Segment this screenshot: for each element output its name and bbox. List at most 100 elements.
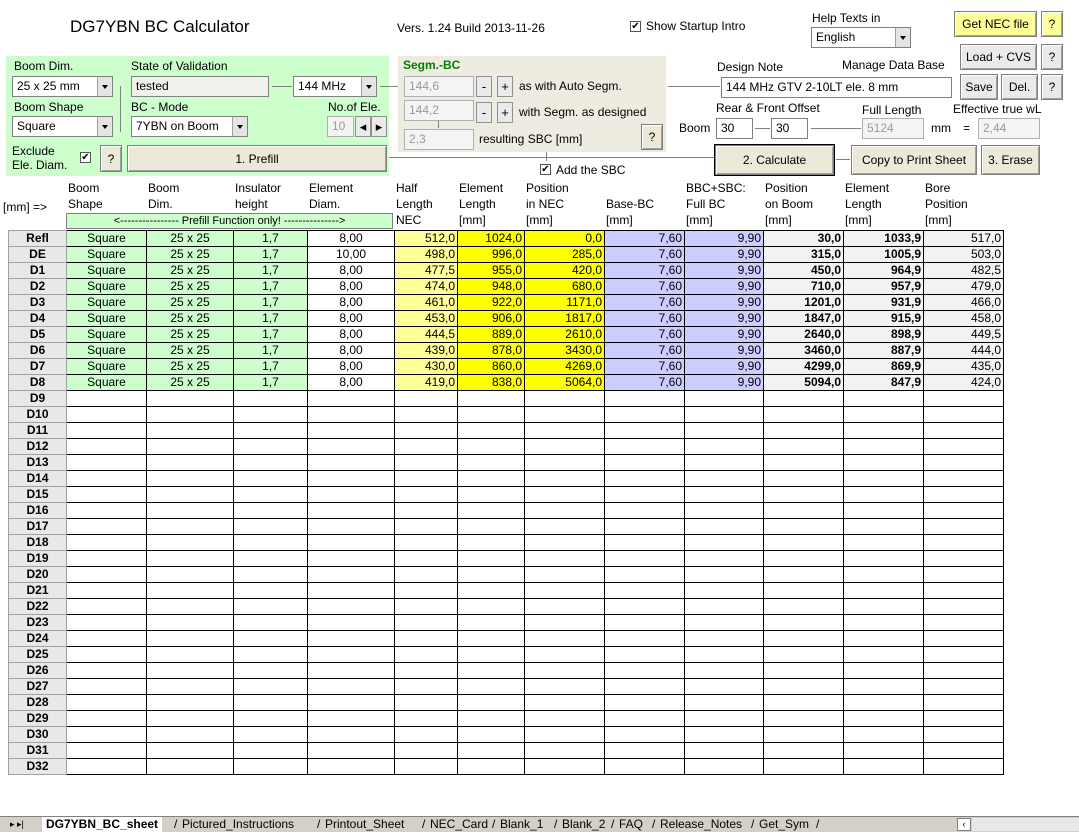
cell-boom-shape[interactable]: Square — [66, 342, 147, 359]
empty-cell[interactable] — [923, 534, 1004, 551]
empty-cell[interactable] — [923, 470, 1004, 487]
empty-cell[interactable] — [684, 646, 764, 663]
empty-cell[interactable] — [394, 630, 458, 647]
empty-cell[interactable] — [923, 630, 1004, 647]
copy-to-print-button[interactable]: Copy to Print Sheet — [851, 145, 977, 175]
delete-button[interactable]: Del. — [1001, 74, 1038, 100]
empty-cell[interactable] — [394, 662, 458, 679]
language-select[interactable]: English — [811, 27, 911, 48]
empty-cell[interactable] — [684, 678, 764, 695]
cell-bore-position[interactable]: 458,0 — [923, 310, 1004, 327]
cell-full-bc[interactable]: 9,90 — [684, 246, 764, 263]
empty-cell[interactable] — [307, 470, 395, 487]
empty-cell[interactable] — [233, 598, 308, 615]
cell-element-length-nec[interactable]: 955,0 — [457, 262, 525, 279]
calculate-button[interactable]: 2. Calculate — [715, 145, 834, 175]
empty-cell[interactable] — [66, 742, 147, 759]
empty-cell[interactable] — [684, 502, 764, 519]
empty-cell[interactable] — [684, 630, 764, 647]
empty-cell[interactable] — [146, 422, 234, 439]
cell-element-length[interactable]: 847,9 — [843, 374, 924, 391]
empty-cell[interactable] — [457, 742, 525, 759]
empty-cell[interactable] — [307, 422, 395, 439]
horizontal-scrollbar[interactable] — [972, 818, 1079, 831]
design-note-field[interactable]: 144 MHz GTV 2-10LT ele. 8 mm — [721, 77, 952, 98]
cell-element-length[interactable]: 869,9 — [843, 358, 924, 375]
cell-half-length[interactable]: 461,0 — [394, 294, 458, 311]
empty-cell[interactable] — [66, 454, 147, 471]
cell-element-diam[interactable]: 8,00 — [307, 294, 395, 311]
empty-cell[interactable] — [843, 726, 924, 743]
empty-cell[interactable] — [843, 454, 924, 471]
empty-cell[interactable] — [923, 454, 1004, 471]
empty-cell[interactable] — [146, 710, 234, 727]
empty-cell[interactable] — [604, 518, 685, 535]
empty-cell[interactable] — [604, 630, 685, 647]
empty-cell[interactable] — [233, 470, 308, 487]
cell-bore-position[interactable]: 479,0 — [923, 278, 1004, 295]
cell-full-bc[interactable]: 9,90 — [684, 310, 764, 327]
get-nec-file-button[interactable]: Get NEC file — [954, 11, 1037, 37]
scroll-left-icon[interactable]: ‹ — [957, 818, 971, 831]
empty-cell[interactable] — [524, 486, 605, 503]
empty-cell[interactable] — [524, 470, 605, 487]
cell-boom-shape[interactable]: Square — [66, 230, 147, 247]
empty-cell[interactable] — [684, 694, 764, 711]
empty-cell[interactable] — [146, 454, 234, 471]
empty-cell[interactable] — [684, 518, 764, 535]
empty-cell[interactable] — [307, 550, 395, 567]
cell-position-nec[interactable]: 285,0 — [524, 246, 605, 263]
empty-cell[interactable] — [457, 646, 525, 663]
cell-half-length[interactable]: 477,5 — [394, 262, 458, 279]
empty-cell[interactable] — [524, 566, 605, 583]
empty-cell[interactable] — [233, 742, 308, 759]
empty-cell[interactable] — [923, 598, 1004, 615]
empty-cell[interactable] — [524, 422, 605, 439]
empty-cell[interactable] — [684, 598, 764, 615]
cell-element-length-nec[interactable]: 860,0 — [457, 358, 525, 375]
cell-position-nec[interactable]: 2610,0 — [524, 326, 605, 343]
empty-cell[interactable] — [524, 742, 605, 759]
cell-position-boom[interactable]: 450,0 — [763, 262, 844, 279]
empty-cell[interactable] — [307, 566, 395, 583]
empty-cell[interactable] — [843, 694, 924, 711]
empty-cell[interactable] — [524, 390, 605, 407]
empty-cell[interactable] — [763, 742, 844, 759]
empty-cell[interactable] — [843, 502, 924, 519]
empty-cell[interactable] — [684, 390, 764, 407]
empty-cell[interactable] — [307, 710, 395, 727]
cell-half-length[interactable]: 419,0 — [394, 374, 458, 391]
cell-position-nec[interactable]: 4269,0 — [524, 358, 605, 375]
cell-bore-position[interactable]: 517,0 — [923, 230, 1004, 247]
empty-cell[interactable] — [843, 470, 924, 487]
empty-cell[interactable] — [604, 390, 685, 407]
empty-cell[interactable] — [843, 614, 924, 631]
empty-cell[interactable] — [923, 678, 1004, 695]
empty-cell[interactable] — [843, 390, 924, 407]
empty-cell[interactable] — [843, 550, 924, 567]
empty-cell[interactable] — [146, 486, 234, 503]
empty-cell[interactable] — [307, 390, 395, 407]
cell-position-nec[interactable]: 3430,0 — [524, 342, 605, 359]
empty-cell[interactable] — [307, 646, 395, 663]
cell-element-length-nec[interactable]: 906,0 — [457, 310, 525, 327]
empty-cell[interactable] — [146, 662, 234, 679]
cell-position-boom[interactable]: 710,0 — [763, 278, 844, 295]
empty-cell[interactable] — [146, 742, 234, 759]
cell-insulator[interactable]: 1,7 — [233, 310, 308, 327]
cell-boom-dim[interactable]: 25 x 25 — [146, 310, 234, 327]
cell-half-length[interactable]: 474,0 — [394, 278, 458, 295]
cell-base-bc[interactable]: 7,60 — [604, 310, 685, 327]
empty-cell[interactable] — [146, 582, 234, 599]
empty-cell[interactable] — [233, 726, 308, 743]
empty-cell[interactable] — [684, 438, 764, 455]
empty-cell[interactable] — [307, 630, 395, 647]
empty-cell[interactable] — [604, 582, 685, 599]
empty-cell[interactable] — [146, 502, 234, 519]
empty-cell[interactable] — [604, 662, 685, 679]
empty-cell[interactable] — [66, 678, 147, 695]
empty-cell[interactable] — [233, 438, 308, 455]
cell-bore-position[interactable]: 466,0 — [923, 294, 1004, 311]
empty-cell[interactable] — [684, 662, 764, 679]
empty-cell[interactable] — [307, 534, 395, 551]
